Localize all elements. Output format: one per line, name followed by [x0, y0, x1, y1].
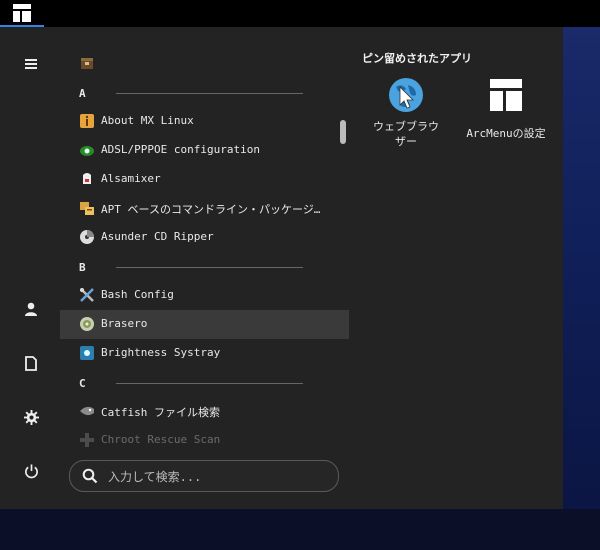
list-item-bash-config[interactable]: Bash Config [60, 281, 349, 310]
app-list[interactable]: A About MX Linux ADSL/PPPOE configuratio… [60, 49, 350, 449]
user-button[interactable] [18, 296, 44, 322]
web-browser-icon [388, 77, 424, 113]
list-item-brasero[interactable]: Brasero [60, 310, 349, 339]
arcmenu-button[interactable] [0, 0, 44, 27]
brightness-icon [79, 345, 95, 361]
list-item-adsl[interactable]: ADSL/PPPOE configuration [60, 136, 349, 165]
documents-button[interactable] [18, 350, 44, 376]
hamburger-button[interactable] [18, 51, 44, 77]
search-input[interactable] [106, 467, 330, 487]
hamburger-icon [25, 59, 37, 69]
search-box[interactable] [69, 460, 339, 492]
settings-button[interactable] [18, 404, 44, 430]
list-item-brightness[interactable]: Brightness Systray [60, 339, 349, 368]
desktop-wallpaper-bottom [0, 509, 600, 550]
list-item-alsamixer[interactable]: Alsamixer [60, 165, 349, 194]
list-scrollbar[interactable] [340, 120, 346, 144]
document-icon [25, 355, 37, 371]
pinned-apps-title: ピン留めされたアプリ [362, 52, 472, 65]
catfish-icon [79, 403, 95, 419]
arcmenu-settings-icon [488, 77, 524, 113]
power-button[interactable] [18, 458, 44, 484]
top-panel [0, 0, 600, 27]
arcmenu-layout-icon [13, 4, 31, 22]
list-item-catfish[interactable]: Catfish ファイル検索 [60, 397, 349, 426]
pinned-app-web-browser[interactable]: ウェブブラウ ザー [358, 77, 454, 149]
arcmenu-panel: A About MX Linux ADSL/PPPOE configuratio… [0, 27, 563, 509]
search-icon [82, 468, 98, 484]
network-icon [79, 142, 95, 158]
list-item-asunder[interactable]: Asunder CD Ripper [60, 223, 349, 252]
group-header-a: A [60, 78, 349, 107]
group-header-b: B [60, 252, 349, 281]
apt-icon [79, 200, 95, 216]
desktop-wallpaper [563, 27, 600, 550]
list-item-apt[interactable]: APT ベースのコマンドライン・パッケージ管理 [60, 194, 349, 223]
list-top-item[interactable] [60, 49, 349, 78]
group-header-c: C [60, 368, 349, 397]
power-icon [24, 463, 38, 478]
settings-icon [23, 409, 39, 425]
tools-icon [79, 287, 95, 303]
menu-sidebar [0, 27, 60, 509]
mx-info-icon [79, 113, 95, 129]
list-item-about-mx[interactable]: About MX Linux [60, 107, 349, 136]
pinned-app-arcmenu-settings[interactable]: ArcMenuの設定 [458, 77, 554, 141]
package-icon [79, 55, 95, 71]
list-item-chroot-rescue[interactable]: Chroot Rescue Scan [60, 426, 349, 449]
brasero-icon [79, 316, 95, 332]
rescue-icon [79, 432, 95, 448]
mixer-icon [79, 171, 95, 187]
user-icon [25, 302, 37, 316]
cd-ripper-icon [79, 229, 95, 245]
